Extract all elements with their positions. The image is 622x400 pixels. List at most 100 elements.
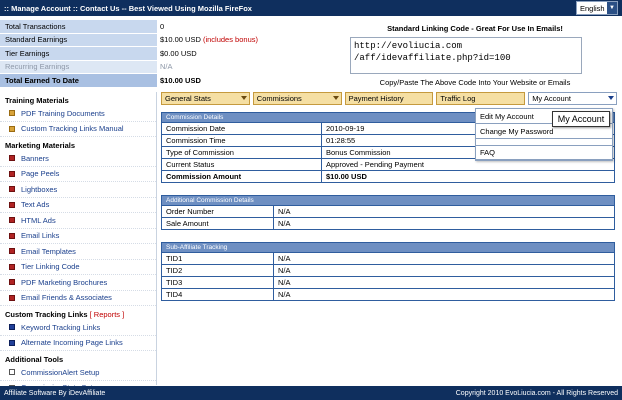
sidebar-section-marketing: Marketing Materials bbox=[5, 141, 76, 150]
reports-link[interactable]: [ Reports ] bbox=[90, 310, 125, 319]
sidebar-item-banners[interactable]: Banners bbox=[0, 151, 156, 167]
row-key: TID3 bbox=[162, 277, 274, 288]
nav-general-stats[interactable]: General Stats bbox=[161, 92, 250, 105]
triangle-down-icon bbox=[332, 96, 339, 100]
stat-row-tier-earnings: Tier Earnings $0.00 USD bbox=[0, 47, 262, 61]
row-value: N/A bbox=[278, 278, 291, 287]
row-value: N/A bbox=[278, 219, 291, 228]
nav-traffic-log[interactable]: Traffic Log bbox=[436, 92, 526, 105]
sidebar-item-label: Email Friends & Associates bbox=[21, 293, 112, 303]
sidebar-item-html-ads[interactable]: HTML Ads bbox=[0, 213, 156, 229]
sidebar-item-label: Page Peels bbox=[21, 169, 60, 179]
sidebar-item-custom-tracking-manual[interactable]: Custom Tracking Links Manual bbox=[0, 122, 156, 137]
table-row: Commission Amount $10.00 USD bbox=[162, 170, 614, 182]
stat-label: Standard Earnings bbox=[0, 33, 157, 46]
stat-label: Total Earned To Date bbox=[0, 74, 157, 87]
stat-label: Total Transactions bbox=[0, 20, 157, 33]
nav-commissions[interactable]: Commissions bbox=[252, 92, 342, 105]
sidebar-item-email-templates[interactable]: Email Templates bbox=[0, 244, 156, 260]
stat-row-transactions: Total Transactions 0 bbox=[0, 20, 262, 34]
footer: Affiliate Software By iDevAffiliate Copy… bbox=[0, 386, 622, 400]
square-bullet-icon bbox=[9, 339, 15, 346]
stat-value: $10.00 USD bbox=[160, 75, 201, 85]
sidebar-item-pdf-training[interactable]: PDF Training Documents bbox=[0, 106, 156, 122]
table-row: Sale Amount N/A bbox=[162, 217, 614, 229]
square-bullet-icon bbox=[9, 248, 15, 255]
nav-label: General Stats bbox=[165, 94, 211, 103]
bonus-note: (includes bonus) bbox=[202, 35, 258, 45]
footer-credit[interactable]: Affiliate Software By iDevAffiliate bbox=[4, 390, 105, 397]
sidebar-item-commission-alert[interactable]: CommissionAlert Setup bbox=[0, 365, 156, 381]
stat-value: N/A bbox=[160, 62, 173, 72]
sidebar-item-label: Custom Tracking Links Manual bbox=[21, 124, 124, 134]
square-bullet-icon bbox=[9, 186, 15, 193]
stat-row-standard-earnings: Standard Earnings $10.00 USD (includes b… bbox=[0, 33, 262, 47]
row-key: Type of Commission bbox=[162, 147, 322, 158]
square-bullet-icon bbox=[9, 201, 15, 208]
nav-my-account[interactable]: My Account bbox=[528, 92, 617, 105]
linking-code-textarea[interactable]: http://evoliucia.com/aff/idevaffiliate.p… bbox=[350, 37, 582, 74]
stat-label: Recurring Earnings bbox=[0, 60, 157, 73]
nav-label: Payment History bbox=[348, 94, 404, 103]
triangle-down-icon bbox=[607, 96, 614, 100]
sidebar-item-label: Banners bbox=[21, 153, 49, 163]
sidebar-section-tools: Additional Tools bbox=[5, 355, 64, 364]
row-value: N/A bbox=[278, 290, 291, 299]
linking-code-box: Standard Linking Code - Great For Use In… bbox=[340, 24, 610, 87]
square-bullet-icon bbox=[9, 279, 15, 286]
row-key: TID4 bbox=[162, 289, 274, 300]
tooltip: My Account bbox=[552, 111, 610, 127]
linking-code-line: http://evoliucia.com bbox=[354, 41, 463, 51]
sidebar-item-email-friends[interactable]: Email Friends & Associates bbox=[0, 291, 156, 306]
stat-row-recurring-earnings: Recurring Earnings N/A bbox=[0, 60, 262, 74]
row-key: Sale Amount bbox=[162, 218, 274, 229]
row-key: Commission Date bbox=[162, 123, 322, 134]
square-bullet-icon bbox=[9, 217, 15, 224]
sidebar-item-pdf-brochures[interactable]: PDF Marketing Brochures bbox=[0, 275, 156, 291]
sidebar-item-lightboxes[interactable]: Lightboxes bbox=[0, 182, 156, 198]
header-title: :: Manage Account :: Contact Us -- Best … bbox=[4, 3, 252, 13]
square-bullet-icon bbox=[9, 155, 15, 162]
square-bullet-icon bbox=[9, 110, 15, 117]
row-value: N/A bbox=[278, 254, 291, 263]
menu-item-faq[interactable]: FAQ bbox=[476, 145, 612, 160]
language-select[interactable]: English ▼ bbox=[576, 1, 618, 15]
linking-code-title: Standard Linking Code - Great For Use In… bbox=[387, 24, 563, 33]
linking-code-hint: Copy/Paste The Above Code Into Your Webs… bbox=[379, 78, 571, 87]
table-row: Order Number N/A bbox=[162, 205, 614, 217]
sidebar-item-page-peels[interactable]: Page Peels bbox=[0, 167, 156, 182]
nav-label: Commissions bbox=[256, 94, 302, 103]
sidebar-item-alternate-incoming[interactable]: Alternate Incoming Page Links bbox=[0, 336, 156, 351]
stat-value-amount: $10.00 USD bbox=[160, 35, 201, 45]
earnings-summary: Total Transactions 0 Standard Earnings $… bbox=[0, 20, 262, 88]
sidebar-item-label: PDF Marketing Brochures bbox=[21, 277, 108, 287]
square-bullet-icon bbox=[9, 369, 15, 376]
square-bullet-icon bbox=[9, 125, 15, 132]
sidebar-item-text-ads[interactable]: Text Ads bbox=[0, 198, 156, 213]
sidebar-item-label: Email Templates bbox=[21, 246, 76, 256]
sidebar: Training Materials PDF Training Document… bbox=[0, 92, 157, 396]
language-value: English bbox=[580, 3, 605, 13]
table-row: TID3 N/A bbox=[162, 276, 614, 288]
row-value: $10.00 USD bbox=[326, 172, 367, 181]
sidebar-item-keyword-tracking[interactable]: Keyword Tracking Links bbox=[0, 320, 156, 336]
top-header-bar: :: Manage Account :: Contact Us -- Best … bbox=[0, 0, 622, 16]
sidebar-item-label: Keyword Tracking Links bbox=[21, 322, 101, 332]
square-bullet-icon bbox=[9, 324, 15, 331]
nav-label: My Account bbox=[532, 94, 571, 103]
row-key: Current Status bbox=[162, 159, 322, 170]
panel-title: Additional Commission Details bbox=[162, 196, 614, 205]
table-row: TID4 N/A bbox=[162, 288, 614, 300]
linking-code-line: /aff/idevaffiliate.php?id=100 bbox=[354, 53, 511, 63]
stat-label: Tier Earnings bbox=[0, 47, 157, 60]
sidebar-item-tier-linking-code[interactable]: Tier Linking Code bbox=[0, 260, 156, 275]
sidebar-item-label: Tier Linking Code bbox=[21, 262, 80, 272]
nav-payment-history[interactable]: Payment History bbox=[344, 92, 434, 105]
triangle-down-icon bbox=[240, 96, 247, 100]
sidebar-item-email-links[interactable]: Email Links bbox=[0, 229, 156, 244]
square-bullet-icon bbox=[9, 294, 15, 301]
table-row: TID2 N/A bbox=[162, 264, 614, 276]
stat-row-total-earned: Total Earned To Date $10.00 USD bbox=[0, 74, 262, 88]
table-row: TID1 N/A bbox=[162, 252, 614, 264]
square-bullet-icon bbox=[9, 263, 15, 270]
